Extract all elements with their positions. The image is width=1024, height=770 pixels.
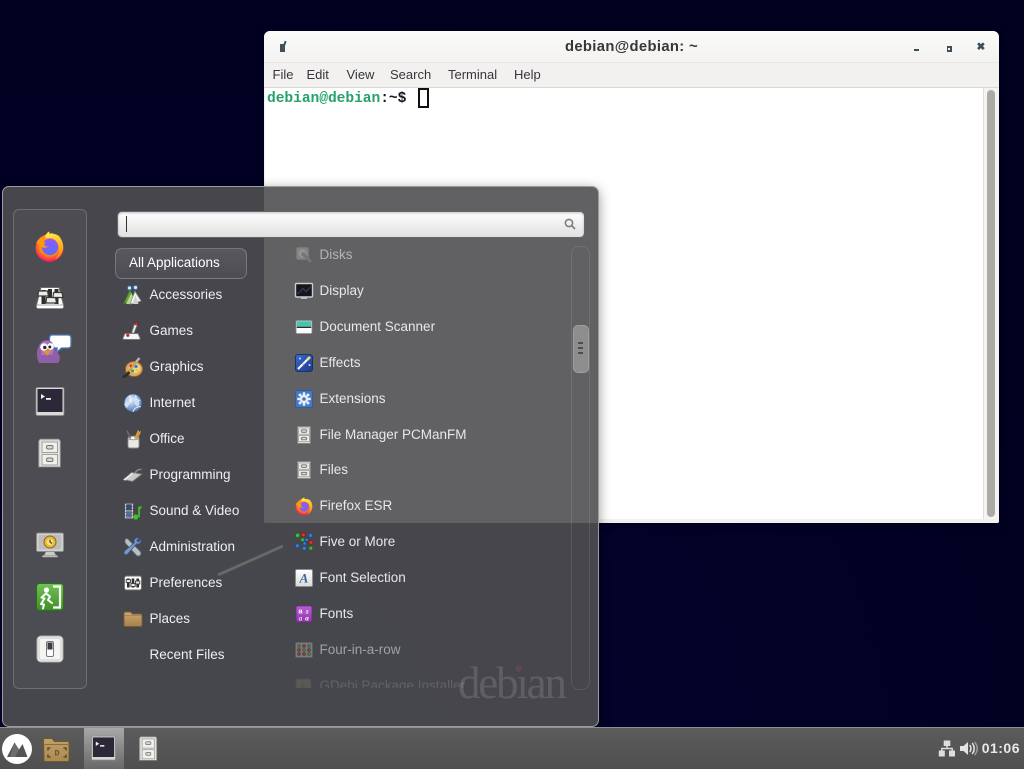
svg-text:a: a [298,614,302,623]
svg-text:D: D [54,749,59,759]
svg-text:a: a [305,614,309,623]
svg-text:A: A [298,571,308,586]
